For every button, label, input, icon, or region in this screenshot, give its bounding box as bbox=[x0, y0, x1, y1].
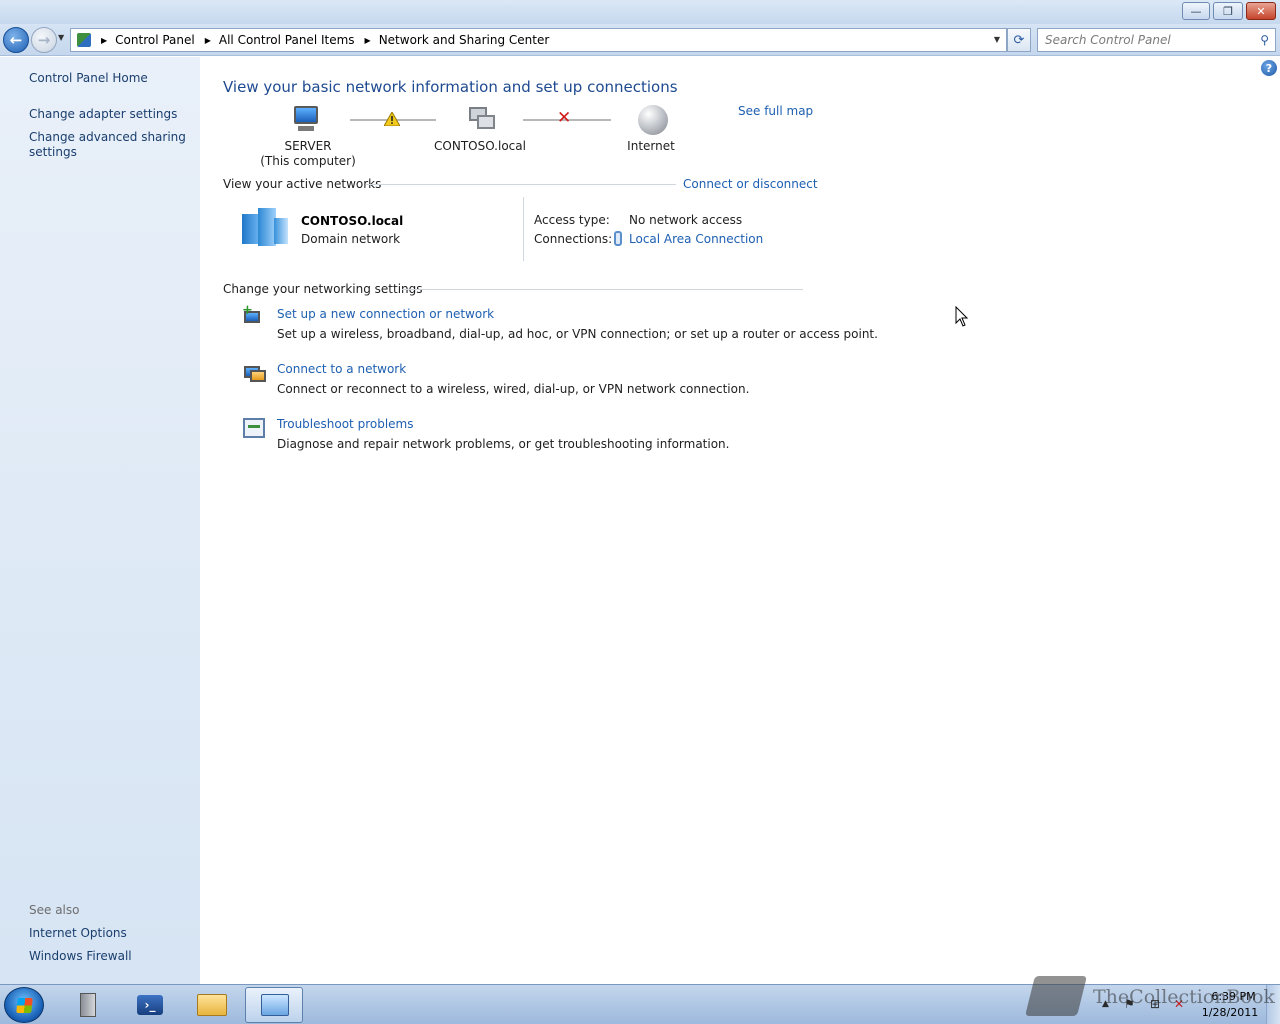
connections-label: Connections: bbox=[534, 232, 613, 246]
help-icon: ? bbox=[1265, 61, 1273, 75]
connect-to-network-link[interactable]: Connect to a network bbox=[277, 362, 406, 376]
control-panel-icon bbox=[77, 33, 91, 47]
main-content: ? View your basic network information an… bbox=[200, 57, 1280, 984]
section-divider bbox=[402, 289, 803, 290]
search-icon[interactable]: ⚲ bbox=[1260, 33, 1269, 47]
globe-icon[interactable] bbox=[638, 105, 668, 135]
back-arrow-icon: ← bbox=[9, 31, 23, 49]
computer-icon[interactable] bbox=[290, 105, 322, 133]
address-bar[interactable]: ▶ Control Panel ▶ All Control Panel Item… bbox=[70, 28, 1007, 52]
breadcrumb-arrow-icon[interactable]: ▶ bbox=[365, 36, 371, 45]
taskbar-control-panel[interactable] bbox=[245, 987, 303, 1023]
minimize-button[interactable]: — bbox=[1182, 2, 1210, 20]
local-area-connection-link[interactable]: Local Area Connection bbox=[629, 232, 763, 246]
network-name: CONTOSO.local bbox=[301, 214, 404, 228]
connect-network-icon bbox=[242, 362, 266, 384]
taskbar-powershell[interactable]: ›_ bbox=[121, 987, 179, 1023]
breadcrumb-arrow-icon[interactable]: ▶ bbox=[205, 36, 211, 45]
taskbar-server-manager[interactable] bbox=[60, 987, 118, 1023]
taskbar-windows-explorer[interactable] bbox=[183, 987, 241, 1023]
connect-or-disconnect-link[interactable]: Connect or disconnect bbox=[683, 177, 818, 191]
domain-network-icon[interactable] bbox=[465, 105, 497, 135]
forward-arrow-icon: → bbox=[37, 31, 51, 49]
map-node-contoso: CONTOSO.local bbox=[434, 139, 526, 153]
close-button[interactable]: ✕ bbox=[1246, 2, 1276, 20]
change-settings-heading: Change your networking settings bbox=[223, 282, 423, 296]
sidebar-link-windows-firewall[interactable]: Windows Firewall bbox=[29, 949, 132, 964]
troubleshoot-problems-description: Diagnose and repair network problems, or… bbox=[277, 437, 730, 451]
setup-new-connection-link[interactable]: Set up a new connection or network bbox=[277, 307, 494, 321]
search-input[interactable] bbox=[1038, 29, 1248, 51]
sidebar: Control Panel Home Change adapter settin… bbox=[0, 57, 200, 984]
breadcrumb-arrow-icon[interactable]: ▶ bbox=[101, 36, 107, 45]
windows-logo-icon bbox=[16, 998, 33, 1013]
server-manager-icon bbox=[80, 993, 96, 1017]
map-node-server-name: SERVER bbox=[284, 139, 332, 153]
book-logo-icon bbox=[1025, 976, 1087, 1016]
domain-network-building-icon[interactable] bbox=[242, 208, 290, 246]
maximize-button[interactable]: ❐ bbox=[1213, 2, 1243, 20]
breadcrumb-network-sharing-center[interactable]: Network and Sharing Center bbox=[379, 33, 550, 47]
recent-pages-dropdown-icon[interactable]: ▼ bbox=[58, 33, 64, 42]
no-connection-x-icon: ✕ bbox=[557, 108, 572, 128]
new-connection-icon: + bbox=[242, 303, 266, 329]
map-node-internet: Internet bbox=[627, 139, 675, 153]
control-panel-window-icon bbox=[261, 994, 289, 1016]
page-title: View your basic network information and … bbox=[223, 78, 678, 96]
connect-to-network-description: Connect or reconnect to a wireless, wire… bbox=[277, 382, 750, 396]
map-node-server-subtitle: (This computer) bbox=[260, 154, 356, 168]
access-type-value: No network access bbox=[629, 213, 743, 227]
sidebar-link-change-advanced-sharing[interactable]: Change advanced sharing settings bbox=[29, 130, 189, 160]
refresh-icon: ⟳ bbox=[1013, 32, 1025, 48]
start-button[interactable] bbox=[4, 987, 44, 1023]
section-divider bbox=[366, 184, 676, 185]
restore-icon: ❐ bbox=[1223, 4, 1233, 18]
ethernet-connection-icon bbox=[614, 231, 622, 246]
access-type-label: Access type: bbox=[534, 213, 610, 227]
troubleshoot-icon bbox=[242, 417, 266, 439]
navigation-bar: ← → ▼ ▶ Control Panel ▶ All Control Pane… bbox=[0, 24, 1280, 56]
forward-button[interactable]: → bbox=[31, 27, 57, 53]
folder-icon bbox=[197, 994, 227, 1016]
sidebar-link-control-panel-home[interactable]: Control Panel Home bbox=[29, 71, 148, 86]
troubleshoot-problems-link[interactable]: Troubleshoot problems bbox=[277, 417, 413, 431]
breadcrumb-control-panel[interactable]: Control Panel bbox=[115, 33, 195, 47]
sidebar-link-internet-options[interactable]: Internet Options bbox=[29, 926, 127, 941]
sidebar-link-change-adapter-settings[interactable]: Change adapter settings bbox=[29, 107, 177, 122]
setup-new-connection-description: Set up a wireless, broadband, dial-up, a… bbox=[277, 327, 878, 341]
refresh-button[interactable]: ⟳ bbox=[1007, 28, 1031, 52]
watermark: TheCollectionBook bbox=[1025, 972, 1275, 1022]
network-type[interactable]: Domain network bbox=[301, 232, 400, 246]
address-dropdown-icon[interactable]: ▼ bbox=[994, 35, 1000, 44]
search-box[interactable]: ⚲ bbox=[1037, 28, 1276, 52]
powershell-icon: ›_ bbox=[137, 995, 163, 1015]
back-button[interactable]: ← bbox=[3, 27, 29, 53]
minimize-icon: — bbox=[1190, 4, 1202, 18]
see-full-map-link[interactable]: See full map bbox=[738, 104, 813, 118]
map-node-server: SERVER (This computer) bbox=[258, 139, 358, 169]
warning-icon bbox=[384, 112, 400, 126]
see-also-heading: See also bbox=[29, 903, 80, 917]
breadcrumb-all-items[interactable]: All Control Panel Items bbox=[219, 33, 355, 47]
title-bar: — ❐ ✕ bbox=[0, 0, 1280, 24]
vertical-divider bbox=[523, 197, 524, 261]
active-networks-heading: View your active networks bbox=[223, 177, 382, 191]
close-icon: ✕ bbox=[1256, 4, 1266, 18]
mouse-pointer-icon bbox=[955, 306, 969, 327]
watermark-text: TheCollectionBook bbox=[1093, 986, 1275, 1008]
help-button[interactable]: ? bbox=[1261, 60, 1277, 76]
